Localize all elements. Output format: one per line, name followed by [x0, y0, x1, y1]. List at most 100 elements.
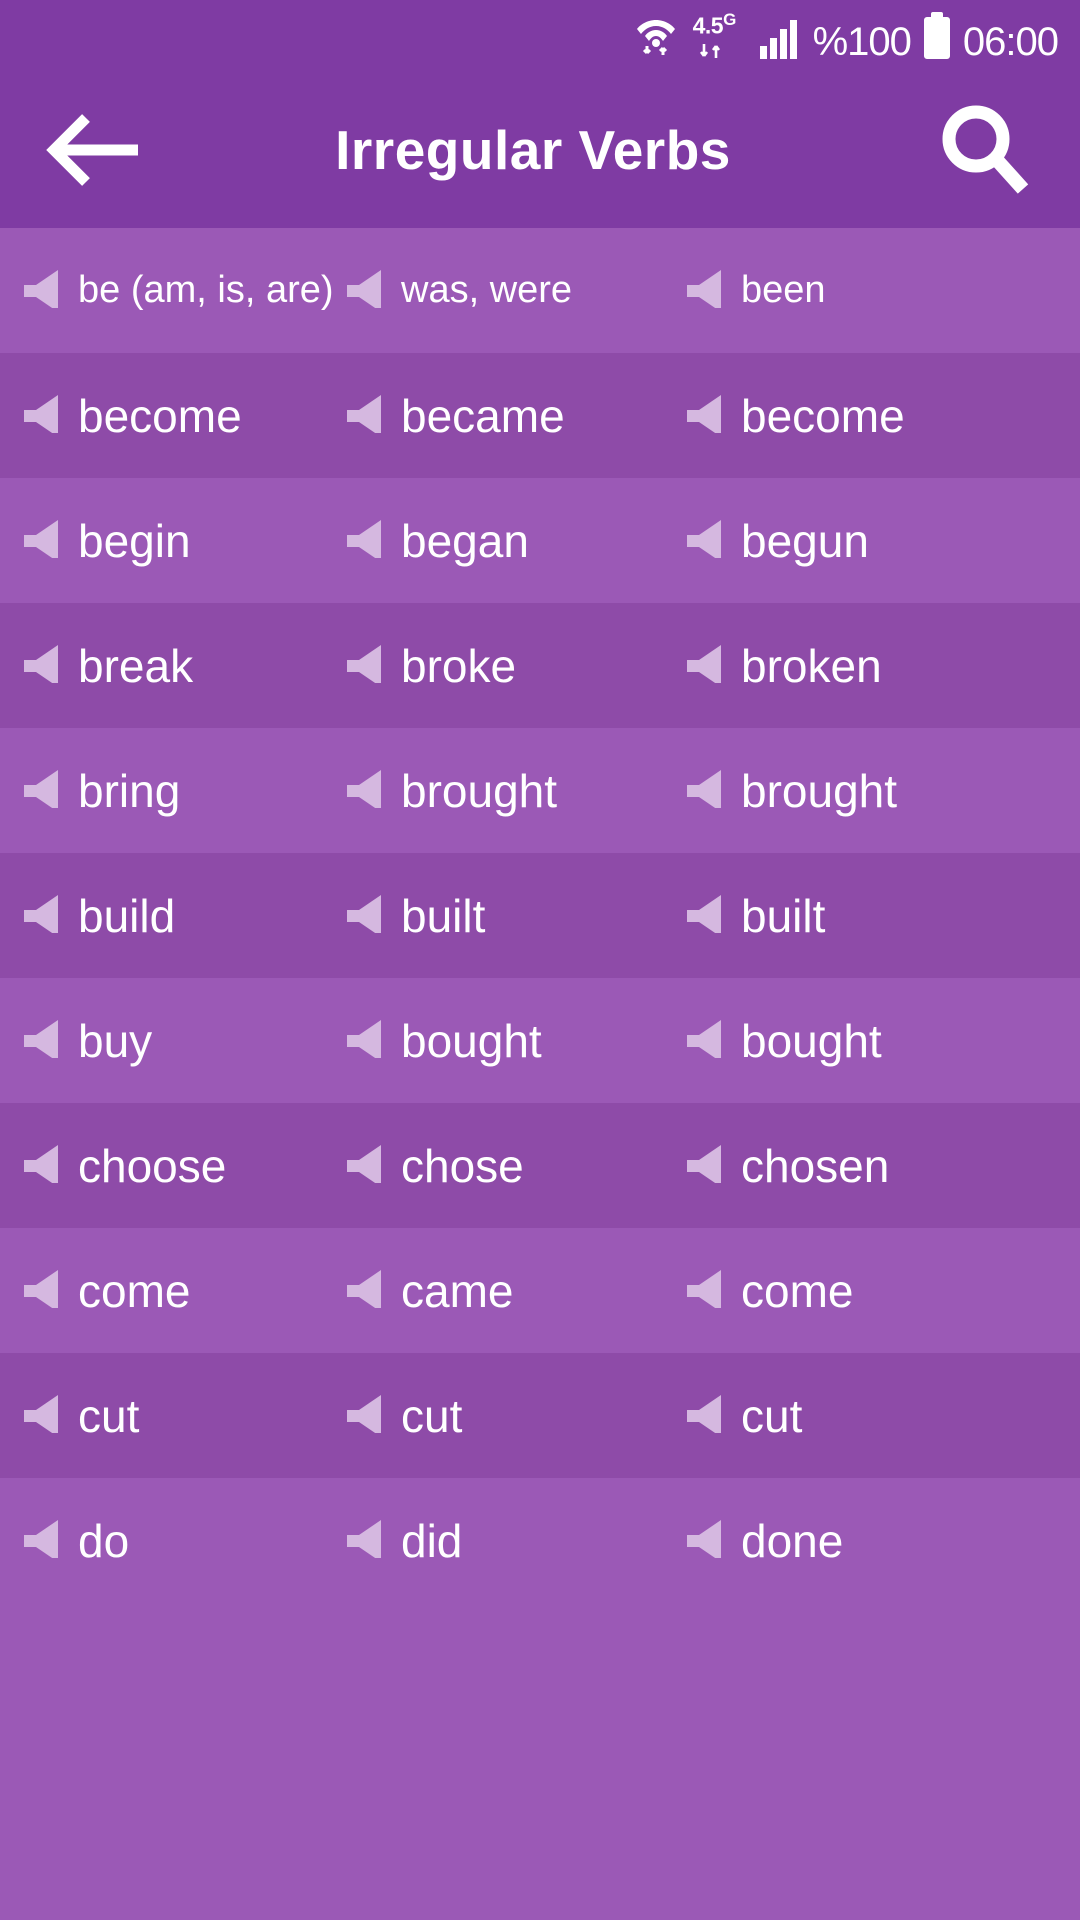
speaker-icon-button[interactable] — [685, 1393, 723, 1438]
table-row[interactable]: build built built — [0, 853, 1080, 978]
verb-cell-participle[interactable]: done — [685, 1478, 1080, 1603]
verb-text-base: choose — [78, 1139, 227, 1192]
speaker-icon-button[interactable] — [22, 1268, 60, 1313]
speaker-icon-button[interactable] — [22, 1518, 60, 1563]
speaker-icon-button[interactable] — [685, 393, 723, 438]
verb-cell-participle[interactable]: become — [685, 353, 1080, 478]
verb-cell-base[interactable]: break — [0, 603, 345, 728]
speaker-icon — [347, 1270, 381, 1312]
verb-cell-past[interactable]: began — [345, 478, 685, 603]
speaker-icon-button[interactable] — [22, 768, 60, 813]
table-row[interactable]: choose chose chosen — [0, 1103, 1080, 1228]
verb-cell-participle[interactable]: chosen — [685, 1103, 1080, 1228]
verb-cell-base[interactable]: buy — [0, 978, 345, 1103]
speaker-icon-button[interactable] — [345, 518, 383, 563]
speaker-icon-button[interactable] — [22, 1143, 60, 1188]
verb-cell-past[interactable]: did — [345, 1478, 685, 1603]
speaker-icon-button[interactable] — [345, 1393, 383, 1438]
verb-text-base: break — [78, 639, 194, 692]
speaker-icon — [687, 270, 721, 312]
verb-cell-participle[interactable]: brought — [685, 728, 1080, 853]
table-row[interactable]: buy bought bought — [0, 978, 1080, 1103]
verb-cell-past[interactable]: chose — [345, 1103, 685, 1228]
wifi-icon — [634, 12, 678, 60]
speaker-icon — [24, 1395, 58, 1437]
speaker-icon-button[interactable] — [685, 768, 723, 813]
speaker-icon-button[interactable] — [22, 1018, 60, 1063]
table-row[interactable]: begin began begun — [0, 478, 1080, 603]
verb-cell-past[interactable]: built — [345, 853, 685, 978]
back-button[interactable] — [36, 102, 148, 198]
speaker-icon-button[interactable] — [685, 1268, 723, 1313]
search-button[interactable] — [928, 98, 1040, 202]
verb-cell-past[interactable]: brought — [345, 728, 685, 853]
speaker-icon-button[interactable] — [685, 518, 723, 563]
verb-cell-participle[interactable]: broken — [685, 603, 1080, 728]
speaker-icon-button[interactable] — [22, 518, 60, 563]
verb-text-past: became — [401, 389, 565, 442]
verb-cell-past[interactable]: cut — [345, 1353, 685, 1478]
table-row[interactable]: become became become — [0, 353, 1080, 478]
verb-cell-participle[interactable]: built — [685, 853, 1080, 978]
verb-cell-base[interactable]: come — [0, 1228, 345, 1353]
speaker-icon-button[interactable] — [685, 268, 723, 313]
table-row[interactable]: break broke broken — [0, 603, 1080, 728]
table-row[interactable]: be (am, is, are) was, were been — [0, 228, 1080, 353]
table-row[interactable]: come came come — [0, 1228, 1080, 1353]
table-row[interactable]: bring brought brought — [0, 728, 1080, 853]
verb-cell-past[interactable]: became — [345, 353, 685, 478]
verb-text-past: brought — [401, 764, 558, 817]
verb-cell-base[interactable]: bring — [0, 728, 345, 853]
verb-cell-participle[interactable]: begun — [685, 478, 1080, 603]
app-bar: Irregular Verbs — [0, 72, 1080, 228]
verb-text-base: come — [78, 1264, 191, 1317]
speaker-icon-button[interactable] — [22, 1393, 60, 1438]
verb-cell-past[interactable]: was, were — [345, 228, 685, 353]
verb-cell-past[interactable]: bought — [345, 978, 685, 1103]
speaker-icon-button[interactable] — [345, 1268, 383, 1313]
verb-cell-base[interactable]: cut — [0, 1353, 345, 1478]
verb-cell-participle[interactable]: bought — [685, 978, 1080, 1103]
verb-cell-base[interactable]: become — [0, 353, 345, 478]
verb-cell-base[interactable]: be (am, is, are) — [0, 228, 345, 353]
speaker-icon — [347, 395, 381, 437]
speaker-icon-button[interactable] — [345, 1143, 383, 1188]
verb-cell-participle[interactable]: come — [685, 1228, 1080, 1353]
verb-text-past: did — [401, 1514, 463, 1567]
speaker-icon-button[interactable] — [685, 643, 723, 688]
verb-cell-participle[interactable]: cut — [685, 1353, 1080, 1478]
speaker-icon — [24, 645, 58, 687]
speaker-icon-button[interactable] — [345, 268, 383, 313]
verb-text-participle: done — [741, 1514, 844, 1567]
table-row[interactable]: do did done — [0, 1478, 1080, 1603]
verb-cell-base[interactable]: build — [0, 853, 345, 978]
speaker-icon-button[interactable] — [22, 643, 60, 688]
speaker-icon-button[interactable] — [22, 268, 60, 313]
verb-cell-participle[interactable]: been — [685, 228, 1080, 353]
verb-cell-base[interactable]: do — [0, 1478, 345, 1603]
table-row[interactable]: cut cut cut — [0, 1353, 1080, 1478]
speaker-icon-button[interactable] — [685, 1143, 723, 1188]
speaker-icon — [687, 895, 721, 937]
battery-percent-label: %100 — [812, 20, 912, 64]
speaker-icon-button[interactable] — [22, 393, 60, 438]
verb-text-past: bought — [401, 1014, 542, 1067]
speaker-icon-button[interactable] — [345, 1018, 383, 1063]
verb-cell-base[interactable]: begin — [0, 478, 345, 603]
speaker-icon-button[interactable] — [345, 768, 383, 813]
verb-text-base: build — [78, 889, 176, 942]
verb-text-participle: chosen — [741, 1139, 890, 1192]
speaker-icon-button[interactable] — [345, 1518, 383, 1563]
speaker-icon-button[interactable] — [685, 1018, 723, 1063]
speaker-icon-button[interactable] — [345, 393, 383, 438]
verb-cell-base[interactable]: choose — [0, 1103, 345, 1228]
verb-cell-past[interactable]: came — [345, 1228, 685, 1353]
speaker-icon-button[interactable] — [685, 1518, 723, 1563]
speaker-icon-button[interactable] — [685, 893, 723, 938]
speaker-icon-button[interactable] — [22, 893, 60, 938]
speaker-icon-button[interactable] — [345, 643, 383, 688]
verb-cell-past[interactable]: broke — [345, 603, 685, 728]
speaker-icon — [347, 1020, 381, 1062]
speaker-icon-button[interactable] — [345, 893, 383, 938]
speaker-icon — [24, 395, 58, 437]
